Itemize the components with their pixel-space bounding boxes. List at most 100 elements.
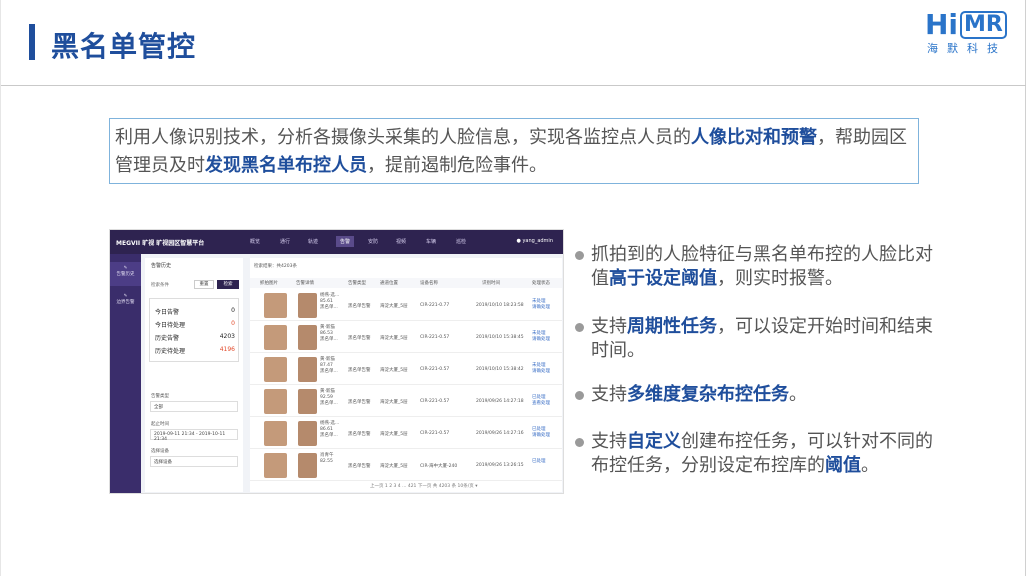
stat-today-alarm: 今日告警 0 [155, 307, 235, 316]
device-select[interactable]: 选择设备 [150, 456, 238, 467]
alarm-type-label: 告警类型 [151, 394, 169, 399]
time-range-label: 起止时间 [151, 422, 169, 427]
nav-tab-1[interactable]: 通行 [280, 238, 290, 245]
blacklist-photo[interactable] [298, 293, 317, 318]
nav-tab-0[interactable]: 概览 [250, 238, 260, 245]
status-action[interactable]: 未处理 请确处理 [532, 299, 550, 311]
alarm-type: 黑名单告警 [348, 464, 371, 469]
bullet-dot [575, 438, 584, 447]
status-action[interactable]: 未处理 请确处理 [532, 331, 550, 343]
device-label: 选择设备 [151, 449, 169, 454]
column-header: 处理状态 [532, 281, 550, 286]
device-name: CIR-221-0.57 [420, 335, 450, 340]
app-brand: MEGVII 旷视 旷视园区智慧平台 [116, 240, 205, 247]
pagination[interactable]: 上一页 1 2 3 4 ... 421 下一页 共 4203 条 10条/页 ▾ [370, 483, 477, 489]
logo-mark: Hi MR [925, 10, 1007, 40]
nav-tab-2[interactable]: 轨迹 [308, 238, 318, 245]
column-header: 识别时间 [482, 281, 500, 286]
intro-box: 利用人像识别技术，分析各摄像头采集的人脸信息，实现各监控点人员的人像比对和预警，… [109, 118, 919, 184]
bullet-dot [575, 391, 584, 400]
recognize-time: 2019/10/10 15:38:45 [476, 335, 524, 340]
status-action[interactable]: 已处理 查看处理 [532, 395, 550, 407]
table-row[interactable]: 杨燕·选... 85.61 黑名单... 黑名单告警 海淀大厦_5层 CIR-221-… [250, 290, 562, 321]
nav-tab-3[interactable]: 告警 [336, 236, 355, 247]
alarm-type: 黑名单告警 [348, 368, 371, 373]
panel-title: 告警历史 [151, 263, 172, 269]
location: 海淀大厦_5层 [380, 336, 408, 341]
table-row[interactable]: 黄·新猫 87.47 黑名单... 黑名单告警 海淀大厦_5层 CIR-221-0.5… [250, 354, 562, 385]
nav-tab-5[interactable]: 视频 [396, 238, 406, 245]
capture-photo[interactable] [264, 421, 287, 446]
title-accent-bar [29, 24, 35, 60]
recognize-time: 2019/09/26 14:27:16 [476, 431, 524, 436]
table-row[interactable]: 黄·新猫 92.59 黑名单... 黑名单告警 海淀大厦_5层 CIR-221-0.5… [250, 386, 562, 417]
device-name: CIR-221-0.57 [420, 367, 450, 372]
query-button[interactable]: 检索 [217, 280, 239, 289]
location: 海淀大厦_5层 [380, 432, 408, 437]
status-action[interactable]: 已处理 [532, 459, 546, 465]
alarm-detail: 杨燕·选... 86.61 黑名单... [320, 421, 340, 438]
filter-panel: 告警历史 检索条件 重置 检索 今日告警 0 今日待处理 0 历史告警 4203 历史… [145, 258, 243, 492]
header-divider [1, 85, 1026, 86]
alarm-detail: 黄·新猫 87.47 黑名单... [320, 357, 338, 374]
user-menu[interactable]: ● yang_admin [517, 238, 554, 244]
nav-tab-7[interactable]: 巡检 [456, 238, 466, 245]
table-row[interactable]: 杨燕·选... 86.61 黑名单... 黑名单告警 海淀大厦_5层 CIR-221-… [250, 418, 562, 449]
result-total: 检索结果：共4203条 [254, 264, 297, 269]
app-sidebar: ✎ 告警历史 ✎ 边界告警 [110, 254, 141, 493]
blacklist-photo[interactable] [298, 357, 317, 382]
blacklist-photo[interactable] [298, 453, 317, 478]
bullet-dot [575, 251, 584, 260]
capture-photo[interactable] [264, 325, 287, 350]
column-header: 通道位置 [380, 281, 398, 286]
device-name: CIR-海中大厦-240 [420, 464, 458, 469]
alarm-type: 黑名单告警 [348, 336, 371, 341]
time-range-input[interactable]: 2019-09-11 21:34 - 2019-10-11 21:34 [150, 429, 238, 442]
company-logo: Hi MR 海默科技 [925, 10, 1011, 55]
alarm-type: 黑名单告警 [348, 432, 371, 437]
column-header: 告警类型 [348, 281, 366, 286]
alarm-detail: 杨燕·选... 85.61 黑名单... [320, 293, 340, 310]
location: 海淀大厦_5层 [380, 400, 408, 405]
reset-button[interactable]: 重置 [194, 280, 214, 289]
location: 海淀大厦_5层 [380, 368, 408, 373]
capture-photo[interactable] [264, 389, 287, 414]
stat-history-pending: 历史待处理 4196 [155, 346, 235, 355]
sidebar-item-alarm-history[interactable]: ✎ 告警历史 [110, 262, 141, 286]
page-title: 黑名单管控 [51, 30, 197, 63]
table-row[interactable]: 肖青午 82.55 黑名单告警 海淀大厦_5层 CIR-海中大厦-240 2019/09… [250, 450, 562, 481]
column-header: 设备名称 [420, 281, 438, 286]
stat-today-pending: 今日待处理 0 [155, 320, 235, 329]
blacklist-photo[interactable] [298, 421, 317, 446]
recognize-time: 2019/10/10 15:38:42 [476, 367, 524, 372]
sidebar-item-boundary-alarm[interactable]: ✎ 边界告警 [110, 290, 141, 314]
device-name: CIR-221-0.57 [420, 399, 450, 404]
logo-subtitle: 海默科技 [927, 42, 1007, 55]
location: 海淀大厦_5层 [380, 464, 408, 469]
alarm-detail: 黄·新猫 92.59 黑名单... [320, 389, 338, 406]
stat-history-alarm: 历史告警 4203 [155, 333, 235, 342]
capture-photo[interactable] [264, 453, 287, 478]
status-action[interactable]: 未处理 请确处理 [532, 363, 550, 375]
device-name: CIR-221-0.77 [420, 303, 450, 308]
bullet-dot [575, 323, 584, 332]
column-header: 抓拍图片 [260, 281, 278, 286]
recognize-time: 2019/09/26 14:27:18 [476, 399, 524, 404]
column-header: 告警详情 [296, 281, 314, 286]
capture-photo[interactable] [264, 357, 287, 382]
status-action[interactable]: 已处理 请确处理 [532, 427, 550, 439]
alarm-type-select[interactable]: 全部 [150, 401, 238, 412]
condition-label: 检索条件 [151, 283, 169, 288]
blacklist-photo[interactable] [298, 325, 317, 350]
nav-tab-6[interactable]: 车辆 [426, 238, 436, 245]
recognize-time: 2019/10/10 18:23:58 [476, 303, 524, 308]
device-name: CIR-221-0.57 [420, 431, 450, 436]
alarm-detail: 黄·新猫 86.53 黑名单... [320, 325, 338, 342]
nav-tab-4[interactable]: 安防 [368, 238, 378, 245]
alarm-detail: 肖青午 82.55 [320, 453, 334, 464]
app-topbar: MEGVII 旷视 旷视园区智慧平台 概览 通行 轨迹 告警 安防 视频 车辆 巡检 ● ya… [110, 230, 563, 254]
capture-photo[interactable] [264, 293, 287, 318]
table-row[interactable]: 黄·新猫 86.53 黑名单... 黑名单告警 海淀大厦_5层 CIR-221-0.5… [250, 322, 562, 353]
stats-box: 今日告警 0 今日待处理 0 历史告警 4203 历史待处理 4196 [149, 298, 239, 362]
blacklist-photo[interactable] [298, 389, 317, 414]
